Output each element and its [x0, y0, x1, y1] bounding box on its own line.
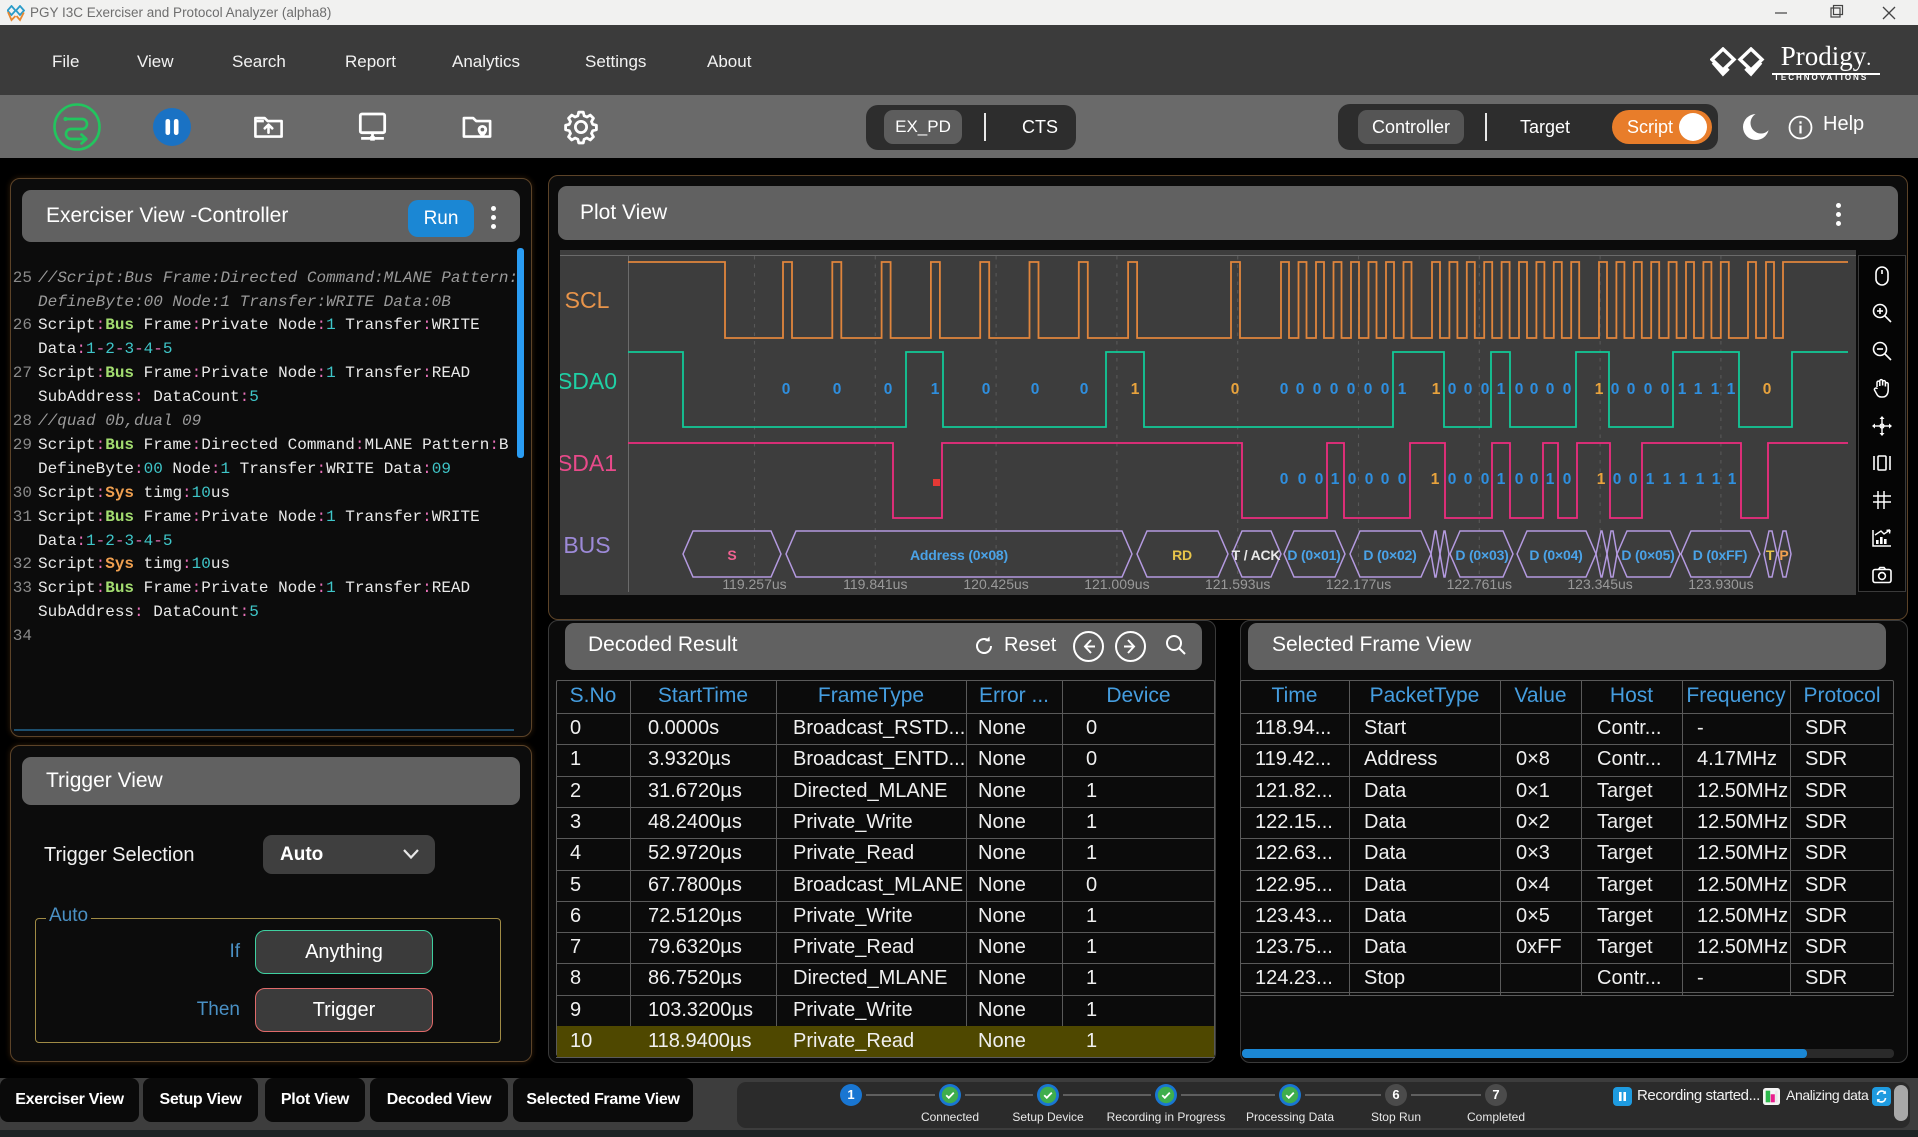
svg-text:0: 0 [1481, 471, 1490, 488]
svg-text:D (0×03): D (0×03) [1455, 547, 1508, 563]
svg-text:1: 1 [1431, 471, 1440, 488]
svg-text:0: 0 [782, 381, 791, 398]
svg-text:0: 0 [1515, 381, 1524, 398]
svg-text:0: 0 [1464, 381, 1473, 398]
svg-text:0: 0 [1448, 471, 1457, 488]
svg-text:0: 0 [1365, 471, 1374, 488]
svg-text:BUS: BUS [563, 532, 610, 558]
svg-text:D (0xFF): D (0xFF) [1693, 547, 1747, 563]
svg-text:1: 1 [1595, 381, 1604, 398]
svg-text:0: 0 [1644, 381, 1653, 398]
svg-text:0: 0 [1315, 471, 1324, 488]
svg-text:0: 0 [1330, 381, 1339, 398]
svg-text:0: 0 [1464, 471, 1473, 488]
svg-text:0: 0 [833, 381, 842, 398]
svg-text:0: 0 [1563, 471, 1572, 488]
svg-text:123.930us: 123.930us [1688, 576, 1753, 592]
svg-text:0: 0 [1448, 381, 1457, 398]
svg-text:1: 1 [1546, 471, 1555, 488]
svg-text:T: T [1766, 547, 1775, 563]
svg-text:P: P [1779, 547, 1788, 563]
svg-text:RD: RD [1172, 547, 1192, 563]
svg-text:SDA0: SDA0 [560, 368, 617, 394]
svg-text:0: 0 [1627, 381, 1636, 398]
svg-text:0: 0 [1347, 381, 1356, 398]
svg-text:0: 0 [1296, 381, 1305, 398]
svg-text:0: 0 [1613, 471, 1622, 488]
svg-text:1: 1 [1711, 381, 1720, 398]
svg-text:1: 1 [1597, 471, 1606, 488]
svg-text:0: 0 [1546, 381, 1555, 398]
svg-text:0: 0 [1313, 381, 1322, 398]
svg-text:0: 0 [1280, 381, 1289, 398]
svg-text:0: 0 [1398, 471, 1407, 488]
svg-text:1: 1 [1497, 471, 1506, 488]
svg-text:1: 1 [1694, 381, 1703, 398]
svg-text:1: 1 [1398, 381, 1407, 398]
svg-text:0: 0 [884, 381, 893, 398]
svg-text:0: 0 [1611, 381, 1620, 398]
svg-text:0: 0 [1629, 471, 1638, 488]
svg-text:0: 0 [1364, 381, 1373, 398]
svg-text:1: 1 [1131, 381, 1140, 398]
svg-text:119.841us: 119.841us [843, 576, 907, 592]
svg-text:0: 0 [1381, 381, 1390, 398]
svg-text:T / ACK: T / ACK [1232, 547, 1281, 563]
svg-text:0: 0 [1080, 381, 1089, 398]
svg-text:122.177us: 122.177us [1326, 576, 1391, 592]
svg-text:120.425us: 120.425us [963, 576, 1028, 592]
svg-text:SCL: SCL [565, 287, 610, 313]
svg-text:0: 0 [1298, 471, 1307, 488]
svg-text:0: 0 [1481, 381, 1490, 398]
svg-text:SDA1: SDA1 [560, 450, 617, 476]
svg-text:1: 1 [1728, 471, 1737, 488]
svg-text:1: 1 [1678, 381, 1687, 398]
svg-text:1: 1 [1679, 471, 1688, 488]
svg-text:1: 1 [1696, 471, 1705, 488]
svg-text:1: 1 [1712, 471, 1721, 488]
svg-text:0: 0 [1530, 381, 1539, 398]
svg-text:0: 0 [1231, 381, 1240, 398]
svg-text:0: 0 [1280, 471, 1289, 488]
svg-text:0: 0 [1563, 381, 1572, 398]
svg-text:119.257us: 119.257us [722, 576, 786, 592]
svg-text:D (0×01): D (0×01) [1287, 547, 1340, 563]
svg-text:1: 1 [1727, 381, 1736, 398]
svg-text:Address (0×08): Address (0×08) [910, 547, 1008, 563]
svg-text:S: S [727, 547, 736, 563]
svg-text:D (0×02): D (0×02) [1363, 547, 1416, 563]
svg-text:0: 0 [982, 381, 991, 398]
svg-text:0: 0 [1763, 381, 1772, 398]
svg-text:D (0×05): D (0×05) [1621, 547, 1674, 563]
svg-text:0: 0 [1381, 471, 1390, 488]
svg-text:1: 1 [931, 381, 940, 398]
svg-text:1: 1 [1646, 471, 1655, 488]
svg-text:0: 0 [1530, 471, 1539, 488]
svg-text:121.009us: 121.009us [1084, 576, 1149, 592]
svg-text:1: 1 [1331, 471, 1340, 488]
svg-text:1: 1 [1432, 381, 1441, 398]
svg-text:0: 0 [1031, 381, 1040, 398]
svg-text:1: 1 [1663, 471, 1672, 488]
svg-text:D (0×04): D (0×04) [1529, 547, 1582, 563]
svg-text:1: 1 [1497, 381, 1506, 398]
svg-text:121.593us: 121.593us [1205, 576, 1270, 592]
svg-text:0: 0 [1661, 381, 1670, 398]
svg-text:122.761us: 122.761us [1447, 576, 1512, 592]
svg-text:123.345us: 123.345us [1567, 576, 1632, 592]
svg-text:0: 0 [1348, 471, 1357, 488]
svg-text:0: 0 [1515, 471, 1524, 488]
